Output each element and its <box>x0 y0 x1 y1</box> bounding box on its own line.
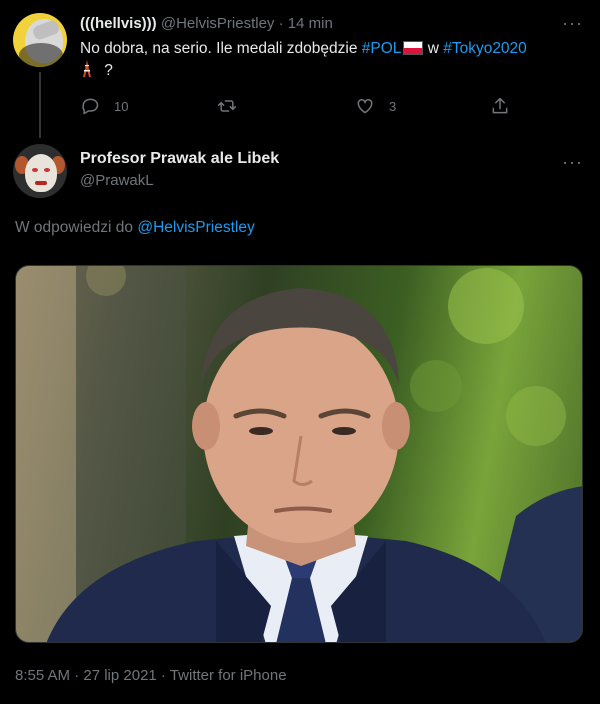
avatar-eye-left <box>32 168 38 172</box>
parent-tweet-text: No dobra, na serio. Ile medali zdobędzie… <box>80 38 580 82</box>
main-avatar[interactable] <box>13 144 67 198</box>
parent-timestamp[interactable]: 14 min <box>288 15 333 32</box>
parent-handle[interactable]: @HelvisPriestley <box>161 15 275 32</box>
main-tweet: Profesor Prawak ale Libek @PrawakL ··· W… <box>0 140 600 704</box>
tweet-actions: 10 3 <box>80 94 520 118</box>
parent-display-name[interactable]: (((hellvis))) <box>80 15 157 32</box>
thread-line <box>39 72 41 138</box>
tweet-photo[interactable] <box>15 265 583 643</box>
avatar-face <box>25 154 57 192</box>
reply-context-label: W odpowiedzi do <box>15 219 138 236</box>
more-icon[interactable]: ··· <box>562 153 582 175</box>
share-icon <box>492 97 508 114</box>
poland-flag-icon <box>403 41 424 55</box>
reply-mention-link[interactable]: @HelvisPriestley <box>137 219 254 236</box>
avatar-eye-right <box>44 168 50 172</box>
avatar-mouth <box>35 181 47 185</box>
like-count: 3 <box>389 98 397 114</box>
main-display-name[interactable]: Profesor Prawak ale Libek <box>80 149 279 169</box>
tweet-text-end: ? <box>100 62 113 79</box>
photo-image <box>16 266 582 642</box>
avatar-shadow <box>19 43 63 67</box>
header-separator: · <box>278 15 284 32</box>
retweet-icon <box>217 100 237 112</box>
reply-icon <box>82 98 99 115</box>
hashtag-tokyo2020[interactable]: #Tokyo2020 <box>443 40 527 57</box>
share-button[interactable] <box>490 94 510 118</box>
reply-button[interactable]: 10 <box>80 94 128 118</box>
reply-count: 10 <box>114 98 129 114</box>
like-button[interactable]: 3 <box>355 94 396 118</box>
tweet-text-start: No dobra, na serio. Ile medali zdobędzie <box>80 40 362 57</box>
tweet-text-mid: w <box>423 40 444 57</box>
parent-tweet[interactable]: (((hellvis))) @HelvisPriestley · 14 min … <box>0 0 600 140</box>
tokyo-tower-icon <box>83 60 91 77</box>
parent-avatar[interactable] <box>13 13 67 67</box>
more-icon[interactable]: ··· <box>562 14 582 36</box>
retweet-button[interactable] <box>217 94 237 118</box>
parent-tweet-header: (((hellvis))) @HelvisPriestley · 14 min <box>80 14 333 34</box>
reply-context: W odpowiedzi do @HelvisPriestley <box>15 217 255 239</box>
hashtag-pol[interactable]: #POL <box>362 40 402 57</box>
main-handle[interactable]: @PrawakL <box>80 171 154 191</box>
tweet-metadata: 8:55 AM · 27 lip 2021 · Twitter for iPho… <box>15 667 287 684</box>
like-icon <box>357 98 373 114</box>
